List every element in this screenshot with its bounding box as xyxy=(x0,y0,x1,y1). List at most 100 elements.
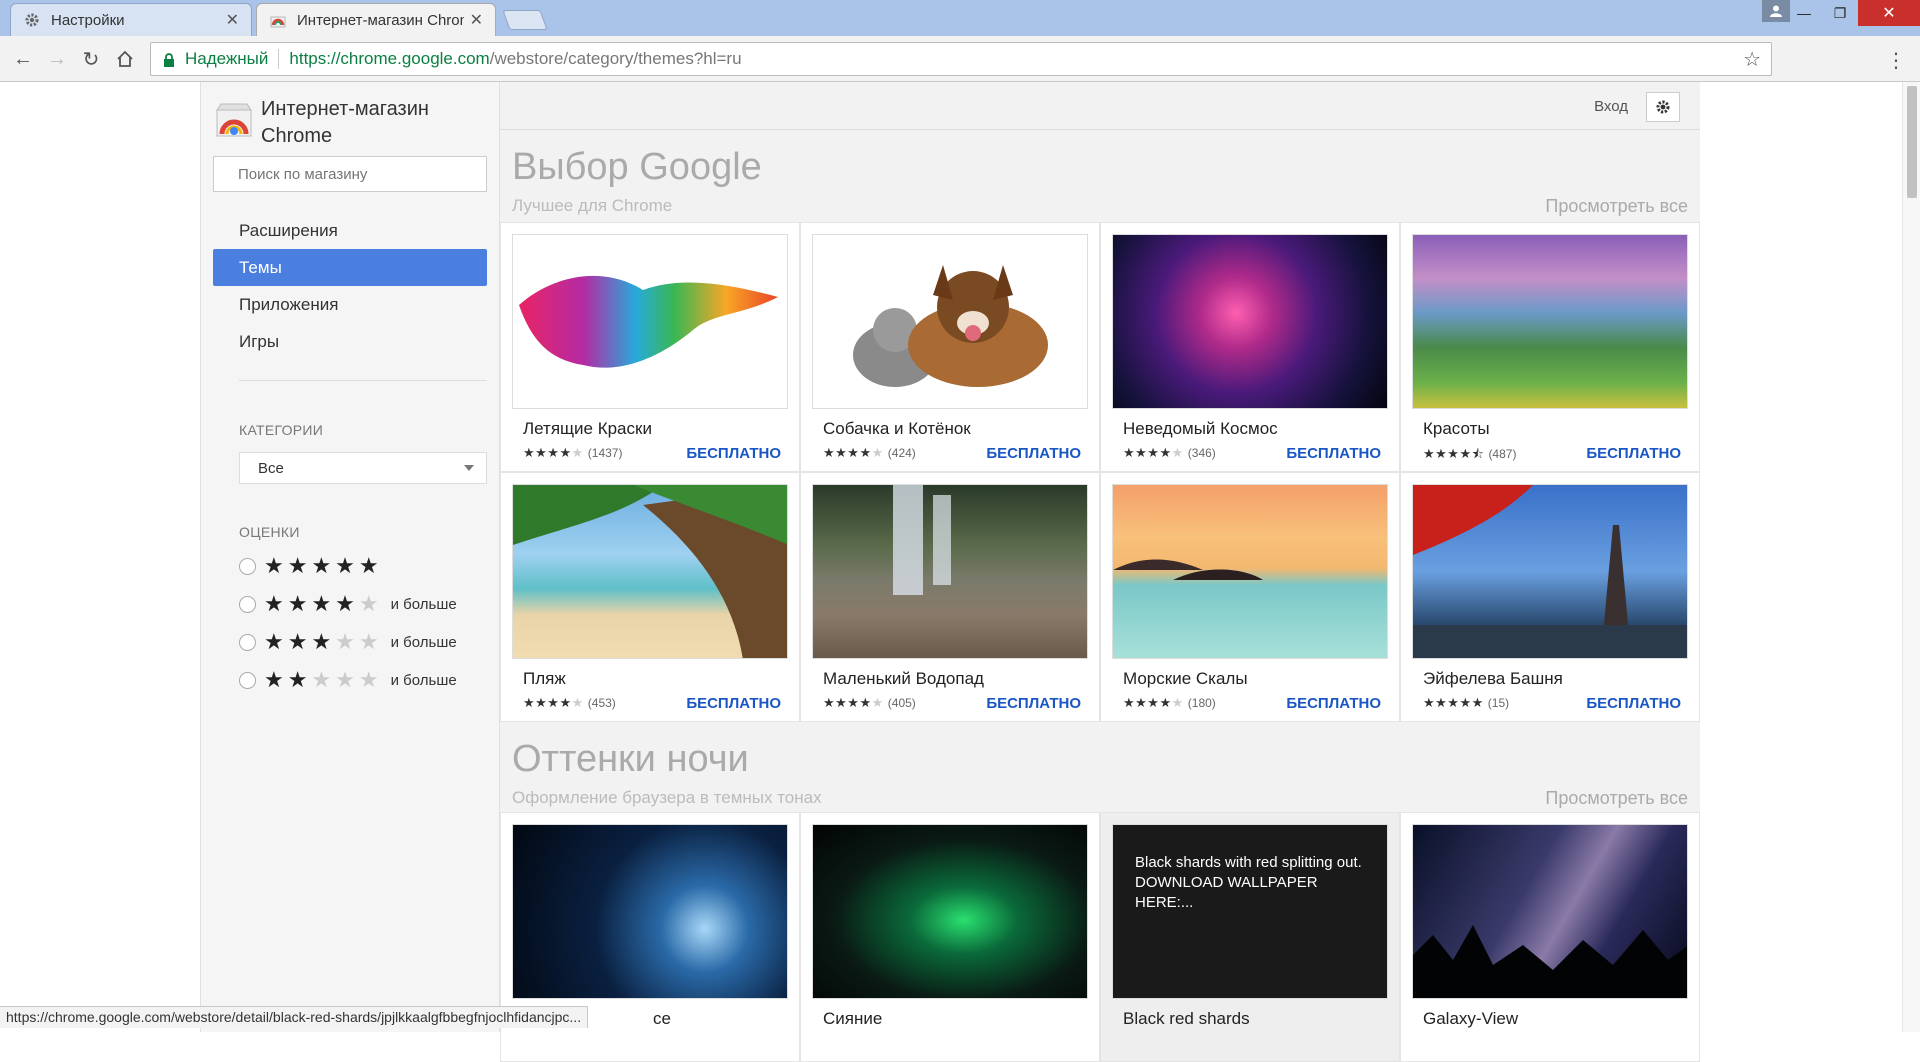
star-rating-icon: ★★★★⯪ (487) xyxy=(1423,446,1517,461)
theme-thumbnail xyxy=(812,234,1088,409)
price-label[interactable]: БЕСПЛАТНО xyxy=(1286,695,1381,712)
settings-gear-icon[interactable] xyxy=(1646,92,1680,122)
theme-card[interactable]: Galaxy-View xyxy=(1400,812,1700,1062)
browser-toolbar: ← → ↻ Надежный https://chrome.google.com… xyxy=(0,36,1920,82)
close-window-icon[interactable]: ✕ xyxy=(1858,0,1920,26)
theme-thumbnail xyxy=(812,484,1088,659)
price-label[interactable]: БЕСПЛАТНО xyxy=(986,445,1081,462)
nav-extensions[interactable]: Расширения xyxy=(213,212,487,249)
login-link[interactable]: Вход xyxy=(1594,98,1628,115)
theme-title: Неведомый Космос xyxy=(1123,419,1278,438)
section-subtitle: Лучшее для Chrome xyxy=(512,196,673,215)
theme-card[interactable]: Сияние xyxy=(800,812,1100,1062)
tab-settings[interactable]: Настройки ✕ xyxy=(10,3,252,36)
category-select[interactable]: Все xyxy=(239,452,487,484)
review-count: (453) xyxy=(587,696,616,710)
view-all-link[interactable]: Просмотреть все xyxy=(1545,788,1688,809)
theme-title: Летящие Краски xyxy=(523,419,652,438)
price-label[interactable]: БЕСПЛАТНО xyxy=(1286,445,1381,462)
review-count: (424) xyxy=(887,446,916,460)
section-subtitle: Оформление браузера в темных тонах xyxy=(512,788,822,807)
theme-thumbnail xyxy=(1412,824,1688,999)
theme-grid-google-picks: Летящие Краски ★★★★★ (1437) БЕСПЛАТНО Соб… xyxy=(500,222,1700,722)
theme-card[interactable]: Маленький Водопад ★★★★★ (405) БЕСПЛАТНО xyxy=(800,472,1100,722)
store-title-line2: Chrome xyxy=(261,125,333,147)
forward-icon[interactable]: → xyxy=(44,46,70,72)
price-label[interactable]: БЕСПЛАТНО xyxy=(686,695,781,712)
bookmark-star-icon[interactable]: ☆ xyxy=(1743,47,1761,72)
star-rating-icon: ★★★★★ (453) xyxy=(523,695,616,710)
restore-icon[interactable]: ❐ xyxy=(1822,0,1858,26)
reload-icon[interactable]: ↻ xyxy=(78,46,104,72)
sidebar-divider xyxy=(239,380,487,381)
nav-games[interactable]: Игры xyxy=(213,323,487,360)
gear-icon xyxy=(23,11,41,29)
store-search-input[interactable] xyxy=(213,156,487,192)
page-scrollbar[interactable] xyxy=(1902,82,1920,1032)
view-all-link[interactable]: Просмотреть все xyxy=(1545,196,1688,217)
window-controls: — ❐ ✕ xyxy=(1786,0,1920,26)
theme-title: Эйфелева Башня xyxy=(1423,669,1563,688)
theme-title: Сияние xyxy=(823,1009,883,1028)
omnibox-separator xyxy=(278,49,280,69)
store-title[interactable]: Интернет-магазин Chrome xyxy=(261,96,429,150)
theme-card[interactable]: Black shards with red splitting out. DOW… xyxy=(1100,812,1400,1062)
rating-filter-5[interactable]: ★★★★★ xyxy=(239,552,383,580)
theme-card[interactable]: Собачка и Котёнок ★★★★★ (424) БЕСПЛАТНО xyxy=(800,222,1100,472)
theme-title: Красоты xyxy=(1423,419,1490,438)
price-label[interactable]: БЕСПЛАТНО xyxy=(686,445,781,462)
theme-thumbnail xyxy=(1112,234,1388,409)
rating-filter-3[interactable]: ★★★★★ и больше xyxy=(239,628,457,656)
category-nav: Расширения Темы Приложения Игры xyxy=(213,212,487,360)
price-label[interactable]: БЕСПЛАТНО xyxy=(986,695,1081,712)
price-label[interactable]: БЕСПЛАТНО xyxy=(1586,695,1681,712)
theme-card[interactable]: Эйфелева Башня ★★★★★ (15) БЕСПЛАТНО xyxy=(1400,472,1700,722)
theme-description-overlay: Black shards with red splitting out. DOW… xyxy=(1135,854,1362,911)
categories-label: КАТЕГОРИИ xyxy=(239,422,324,438)
star-rating-icon: ★★★★★ (15) xyxy=(1423,695,1510,710)
review-count: (346) xyxy=(1187,446,1216,460)
scrollbar-thumb[interactable] xyxy=(1907,86,1917,198)
theme-card[interactable]: Красоты ★★★★⯪ (487) БЕСПЛАТНО xyxy=(1400,222,1700,472)
theme-card[interactable]: Летящие Краски ★★★★★ (1437) БЕСПЛАТНО xyxy=(500,222,800,472)
ratings-label: ОЦЕНКИ xyxy=(239,524,300,540)
star-rating-icon: ★★★★★ (180) xyxy=(1123,695,1216,710)
section-title: Выбор Google xyxy=(512,146,762,188)
home-icon[interactable] xyxy=(112,46,138,72)
star-rating-icon: ★★★★★ xyxy=(264,667,383,692)
nav-apps[interactable]: Приложения xyxy=(213,286,487,323)
new-tab-button[interactable] xyxy=(502,10,548,30)
price-label[interactable]: БЕСПЛАТНО xyxy=(1586,445,1681,462)
theme-title: Пляж xyxy=(523,669,566,688)
minimize-icon[interactable]: — xyxy=(1786,0,1822,26)
section-google-picks-header: Выбор Google Лучшее для Chrome Просмотре… xyxy=(500,130,1700,220)
chrome-store-logo[interactable] xyxy=(215,100,253,138)
radio-button[interactable] xyxy=(239,633,256,651)
radio-button[interactable] xyxy=(239,557,256,575)
back-icon[interactable]: ← xyxy=(10,46,36,72)
review-count: (1437) xyxy=(587,446,623,460)
nav-themes[interactable]: Темы xyxy=(213,249,487,286)
tab-webstore[interactable]: Интернет-магазин Chrome ✕ xyxy=(256,3,496,36)
theme-thumbnail xyxy=(1412,484,1688,659)
rating-filter-4[interactable]: ★★★★★ и больше xyxy=(239,590,457,618)
store-sidebar: Интернет-магазин Chrome Расширения Темы … xyxy=(200,82,500,1032)
store-main: Вход Выбор Google Лучшее для Chrome Прос… xyxy=(500,82,1700,1062)
tab-title: Настройки xyxy=(51,11,125,29)
rating-filter-2[interactable]: ★★★★★ и больше xyxy=(239,666,457,694)
theme-title: Собачка и Котёнок xyxy=(823,419,971,438)
radio-button[interactable] xyxy=(239,671,256,689)
radio-button[interactable] xyxy=(239,595,256,613)
section-title: Оттенки ночи xyxy=(512,738,749,780)
theme-thumbnail xyxy=(1112,484,1388,659)
theme-card[interactable]: Неведомый Космос ★★★★★ (346) БЕСПЛАТНО xyxy=(1100,222,1400,472)
menu-icon[interactable]: ⋮ xyxy=(1886,48,1906,73)
theme-card[interactable]: Морские Скалы ★★★★★ (180) БЕСПЛАТНО xyxy=(1100,472,1400,722)
review-count: (487) xyxy=(1488,447,1517,461)
address-bar[interactable]: Надежный https://chrome.google.com/webst… xyxy=(150,42,1772,76)
close-icon[interactable]: ✕ xyxy=(226,10,239,30)
chevron-down-icon xyxy=(464,465,474,471)
secure-label: Надежный xyxy=(185,49,269,68)
theme-card[interactable]: Пляж ★★★★★ (453) БЕСПЛАТНО xyxy=(500,472,800,722)
close-icon[interactable]: ✕ xyxy=(470,10,483,30)
